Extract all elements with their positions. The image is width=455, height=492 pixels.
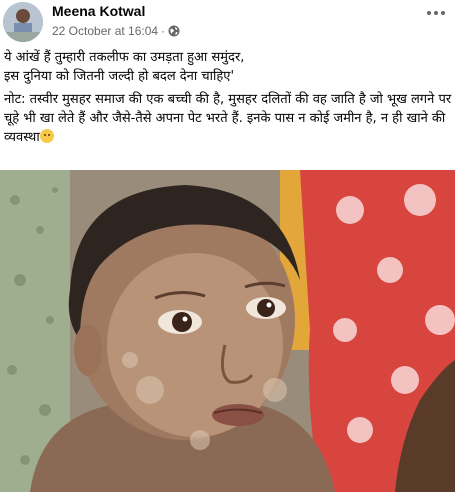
crying-face-emoji — [39, 129, 54, 143]
post-text: ये आंखें हैं तुम्हारी तकलीफ का उमड़ता हु… — [4, 48, 452, 151]
post-header: Meena Kotwal 22 October at 16:04 · — [0, 0, 455, 44]
globe-icon[interactable] — [168, 25, 180, 37]
avatar[interactable] — [3, 2, 43, 42]
avatar-image — [3, 2, 43, 42]
post-photo[interactable] — [0, 170, 455, 492]
post-note: नोट: तस्वीर मुसहर समाज की एक बच्ची की है… — [4, 92, 452, 145]
author-name[interactable]: Meena Kotwal — [52, 3, 145, 19]
more-options-icon[interactable] — [425, 6, 447, 20]
meta-separator: · — [161, 24, 166, 38]
post-meta: 22 October at 16:04 · — [52, 24, 180, 38]
post-text-line-1: ये आंखें हैं तुम्हारी तकलीफ का उमड़ता हु… — [4, 50, 245, 65]
post-text-line-2: इस दुनिया को जितनी जल्दी हो बदल देना चाह… — [4, 69, 235, 84]
child-photo — [0, 170, 455, 492]
post-timestamp[interactable]: 22 October at 16:04 — [52, 24, 158, 38]
